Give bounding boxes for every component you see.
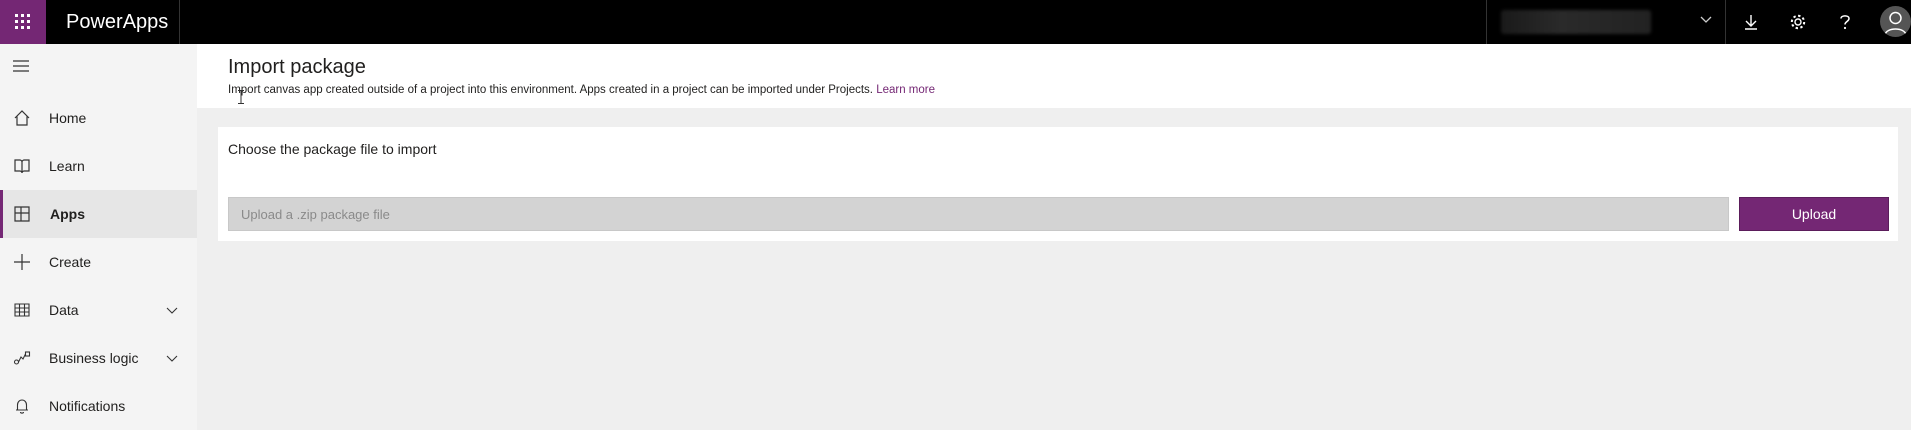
nav-item-data[interactable]: Data — [0, 286, 197, 334]
nav-item-notifications[interactable]: Notifications — [0, 382, 197, 430]
app-title[interactable]: PowerApps — [46, 0, 180, 44]
app-launcher-button[interactable] — [0, 0, 46, 44]
avatar-icon — [1884, 11, 1907, 36]
environment-picker[interactable] — [1486, 0, 1726, 44]
chevron-down-icon[interactable] — [166, 352, 178, 364]
chevron-down-icon — [1700, 16, 1712, 23]
upload-card: Choose the package file to import Upload — [218, 127, 1898, 241]
nav-item-label: Learn — [49, 158, 85, 174]
home-icon — [14, 110, 30, 126]
help-icon — [1840, 15, 1850, 30]
app-launcher-icon — [15, 14, 30, 29]
hamburger-icon — [13, 60, 29, 72]
text-cursor-icon — [238, 90, 244, 104]
flow-icon — [13, 351, 31, 365]
gear-icon — [1790, 14, 1806, 30]
nav-item-label: Apps — [50, 206, 85, 222]
left-navigation: Home Learn Apps Create Data Business log… — [0, 44, 197, 430]
plus-icon — [14, 254, 30, 270]
page-description-text: Import canvas app created outside of a p… — [228, 84, 873, 96]
environment-name-redacted — [1501, 10, 1651, 34]
nav-item-apps[interactable]: Apps — [0, 190, 197, 238]
nav-item-label: Data — [49, 302, 79, 318]
download-button[interactable] — [1728, 0, 1774, 44]
nav-item-create[interactable]: Create — [0, 238, 197, 286]
nav-item-label: Business logic — [49, 350, 139, 366]
bell-icon — [16, 399, 28, 414]
chevron-down-icon[interactable] — [166, 304, 178, 316]
apps-icon — [14, 206, 30, 222]
top-bar: PowerApps — [0, 0, 1911, 44]
download-icon — [1745, 15, 1757, 30]
page-header: Import package Import canvas app created… — [197, 44, 1911, 108]
nav-item-learn[interactable]: Learn — [0, 142, 197, 190]
learn-more-link[interactable]: Learn more — [876, 84, 935, 96]
book-icon — [14, 159, 30, 174]
nav-item-label: Create — [49, 254, 92, 270]
help-button[interactable] — [1822, 0, 1868, 44]
page-title: Import package — [228, 56, 366, 78]
settings-button[interactable] — [1775, 0, 1821, 44]
nav-collapse-button[interactable] — [10, 54, 34, 78]
avatar[interactable] — [1880, 6, 1911, 37]
nav-item-business-logic[interactable]: Business logic — [0, 334, 197, 382]
table-icon — [14, 303, 30, 317]
nav-item-label: Home — [49, 110, 87, 126]
upload-button[interactable]: Upload — [1739, 197, 1889, 231]
nav-item-home[interactable]: Home — [0, 94, 197, 142]
upload-card-title: Choose the package file to import — [228, 141, 437, 157]
package-file-input[interactable] — [228, 197, 1729, 231]
nav-item-label: Notifications — [49, 398, 126, 414]
page-description: Import canvas app created outside of a p… — [228, 84, 935, 96]
